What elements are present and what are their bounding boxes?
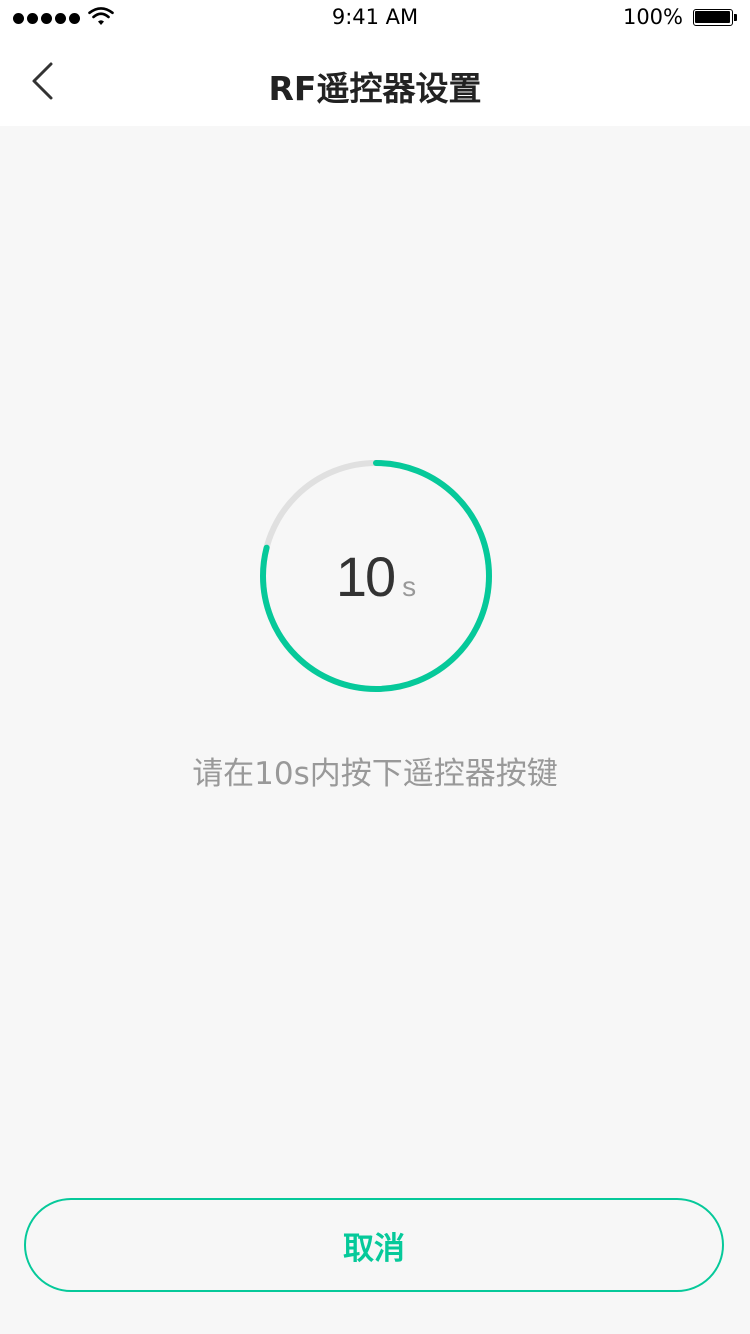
countdown-timer: 10 s	[260, 460, 492, 692]
countdown-unit: s	[402, 571, 417, 602]
page-title: RF遥控器设置	[268, 69, 482, 108]
status-bar: 9:41 AM 100%	[0, 0, 750, 36]
navigation-bar: RF遥控器设置	[0, 36, 750, 126]
countdown-value: 10	[335, 544, 396, 608]
instruction-text: 请在10s内按下遥控器按键	[192, 756, 558, 792]
battery-percentage: 100%	[622, 5, 683, 29]
battery-icon	[693, 9, 737, 26]
cancel-button[interactable]: 取消	[24, 1198, 724, 1292]
